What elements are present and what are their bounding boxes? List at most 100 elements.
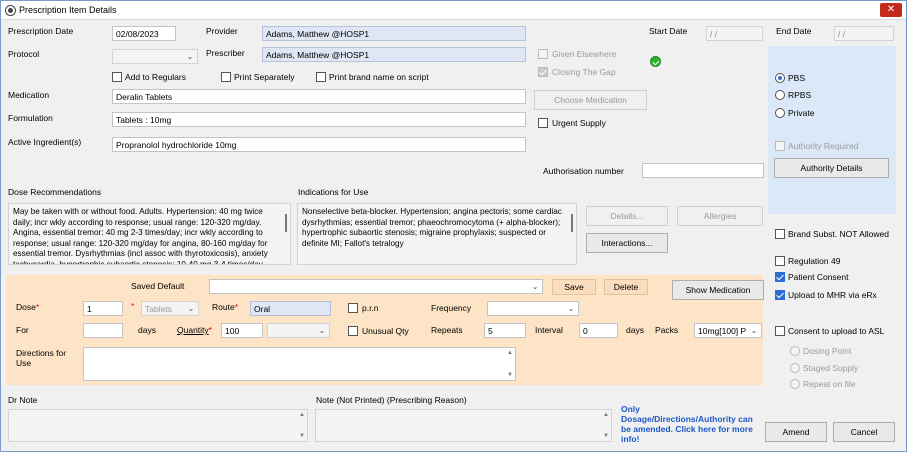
saved-default-label: Saved Default bbox=[131, 281, 185, 291]
regulation-49-label: Regulation 49 bbox=[788, 256, 841, 266]
unusual-qty-checkbox[interactable] bbox=[348, 326, 358, 336]
dr-note-scrollbar[interactable]: ▲ ▼ bbox=[296, 410, 307, 441]
interval-days-label: days bbox=[626, 325, 644, 335]
dose-unit-dropdown[interactable]: Tablets ⌄ bbox=[141, 301, 199, 316]
chevron-down-icon: ⌄ bbox=[318, 326, 326, 335]
brand-subst-label: Brand Subst. NOT Allowed bbox=[788, 229, 889, 239]
indications-label: Indications for Use bbox=[298, 187, 369, 197]
private-radio[interactable] bbox=[775, 108, 785, 118]
delete-button[interactable]: Delete bbox=[604, 279, 648, 295]
dr-note-field[interactable]: ▲ ▼ bbox=[8, 409, 308, 442]
save-button[interactable]: Save bbox=[552, 279, 596, 295]
active-ingredients-label: Active Ingredient(s) bbox=[8, 137, 82, 147]
dose-field[interactable]: 1 bbox=[83, 301, 123, 316]
regulation-49-checkbox[interactable] bbox=[775, 256, 785, 266]
dosing-point-label: Dosing Point bbox=[803, 346, 852, 356]
for-days-field[interactable] bbox=[83, 323, 123, 338]
closing-the-gap-checkbox bbox=[538, 67, 548, 77]
amend-info-link[interactable]: Only Dosage/Directions/Authority can be … bbox=[621, 404, 756, 444]
interactions-button[interactable]: Interactions... bbox=[586, 233, 668, 253]
directions-field[interactable]: ▲ ▼ bbox=[83, 347, 516, 381]
directions-scrollbar[interactable]: ▲ ▼ bbox=[504, 348, 515, 380]
quantity-field[interactable]: 100 bbox=[221, 323, 263, 338]
saved-default-dropdown[interactable]: ⌄ bbox=[209, 279, 543, 294]
dr-note-label: Dr Note bbox=[8, 395, 38, 405]
dose-label: Dose* bbox=[16, 302, 40, 312]
app-icon bbox=[5, 5, 16, 16]
allergies-button[interactable]: Allergies bbox=[677, 206, 763, 226]
rpbs-radio[interactable] bbox=[775, 90, 785, 100]
consent-asl-label: Consent to upload to ASL bbox=[788, 326, 885, 336]
private-label: Private bbox=[788, 108, 815, 118]
chevron-down-icon: ⌄ bbox=[567, 304, 575, 313]
protocol-dropdown[interactable]: ⌄ bbox=[112, 49, 198, 64]
route-field[interactable]: Oral bbox=[250, 301, 331, 316]
show-medication-button[interactable]: Show Medication bbox=[672, 280, 764, 300]
cancel-button[interactable]: Cancel bbox=[833, 422, 895, 442]
scroll-up-icon[interactable]: ▲ bbox=[299, 412, 305, 418]
prn-checkbox[interactable] bbox=[348, 303, 358, 313]
close-button[interactable]: ✕ bbox=[880, 3, 902, 17]
repeats-field[interactable]: 5 bbox=[484, 323, 526, 338]
note-not-printed-field[interactable]: ▲ ▼ bbox=[315, 409, 612, 442]
scroll-down-icon[interactable]: ▼ bbox=[603, 433, 609, 439]
staged-supply-radio bbox=[790, 363, 800, 373]
start-date-field: / / bbox=[706, 26, 763, 41]
quantity-unit-dropdown[interactable]: ⌄ bbox=[267, 323, 330, 338]
active-ingredients-field[interactable]: Propranolol hydrochloride 10mg bbox=[112, 137, 526, 152]
prescription-item-details-window: Prescription Item Details ✕ Prescription… bbox=[0, 0, 907, 452]
medication-field[interactable]: Deralin Tablets bbox=[112, 89, 526, 104]
for-label: For bbox=[16, 325, 29, 335]
formulation-field[interactable]: Tablets : 10mg bbox=[112, 112, 526, 127]
given-elsewhere-checkbox bbox=[538, 49, 548, 59]
note-scrollbar[interactable]: ▲ ▼ bbox=[600, 410, 611, 441]
urgent-supply-label: Urgent Supply bbox=[552, 118, 606, 128]
chevron-down-icon: ⌄ bbox=[531, 282, 539, 291]
details-button[interactable]: Details... bbox=[586, 206, 668, 226]
upload-mhr-checkbox[interactable] bbox=[775, 290, 785, 300]
print-brand-name-label: Print brand name on script bbox=[329, 72, 429, 82]
scrollbar-thumb[interactable] bbox=[571, 214, 573, 232]
patient-consent-checkbox[interactable] bbox=[775, 272, 785, 282]
repeat-on-file-label: Repeat on file bbox=[803, 379, 856, 389]
title-bar: Prescription Item Details ✕ bbox=[1, 1, 906, 20]
scroll-down-icon[interactable]: ▼ bbox=[507, 372, 513, 378]
note-not-printed-label: Note (Not Printed) (Prescribing Reason) bbox=[316, 395, 467, 405]
chevron-down-icon: ⌄ bbox=[750, 326, 758, 335]
scroll-up-icon[interactable]: ▲ bbox=[507, 350, 513, 356]
dose-recommendations-label: Dose Recommendations bbox=[8, 187, 102, 197]
amend-button[interactable]: Amend bbox=[765, 422, 827, 442]
urgent-supply-checkbox[interactable] bbox=[538, 118, 548, 128]
rpbs-label: RPBS bbox=[788, 90, 812, 100]
scroll-up-icon[interactable]: ▲ bbox=[603, 412, 609, 418]
end-date-field: / / bbox=[834, 26, 894, 41]
dose-unit-required-mark: * bbox=[131, 301, 135, 311]
frequency-label: Frequency bbox=[431, 303, 472, 313]
authorisation-number-field[interactable] bbox=[642, 163, 764, 178]
packs-dropdown[interactable]: 10mg[100] P ⌄ bbox=[694, 323, 762, 338]
frequency-dropdown[interactable]: ⌄ bbox=[487, 301, 579, 316]
prescription-date-field[interactable]: 02/08/2023 bbox=[112, 26, 176, 41]
formulation-label: Formulation bbox=[8, 113, 53, 123]
repeat-on-file-radio bbox=[790, 379, 800, 389]
dose-recommendations-content: May be taken with or without food. Adult… bbox=[13, 207, 268, 265]
print-brand-name-checkbox[interactable] bbox=[316, 72, 326, 82]
medication-label: Medication bbox=[8, 90, 50, 100]
authority-required-label: Authority Required bbox=[788, 141, 859, 151]
dose-recommendations-text: May be taken with or without food. Adult… bbox=[8, 203, 291, 265]
window-title: Prescription Item Details bbox=[19, 5, 117, 15]
interval-field[interactable]: 0 bbox=[579, 323, 618, 338]
add-to-regulars-checkbox[interactable] bbox=[112, 72, 122, 82]
provider-label: Provider bbox=[206, 26, 238, 36]
scrollbar-thumb[interactable] bbox=[285, 214, 287, 232]
print-separately-checkbox[interactable] bbox=[221, 72, 231, 82]
consent-asl-checkbox[interactable] bbox=[775, 326, 785, 336]
interval-label: Interval bbox=[535, 325, 563, 335]
pbs-radio[interactable] bbox=[775, 73, 785, 83]
brand-subst-checkbox[interactable] bbox=[775, 229, 785, 239]
route-label: Route* bbox=[212, 302, 238, 312]
authority-details-button[interactable]: Authority Details bbox=[774, 158, 889, 178]
choose-medication-button[interactable]: Choose Medication bbox=[534, 90, 647, 110]
prescriber-field: Adams, Matthew @HOSP1 bbox=[262, 47, 526, 62]
scroll-down-icon[interactable]: ▼ bbox=[299, 433, 305, 439]
